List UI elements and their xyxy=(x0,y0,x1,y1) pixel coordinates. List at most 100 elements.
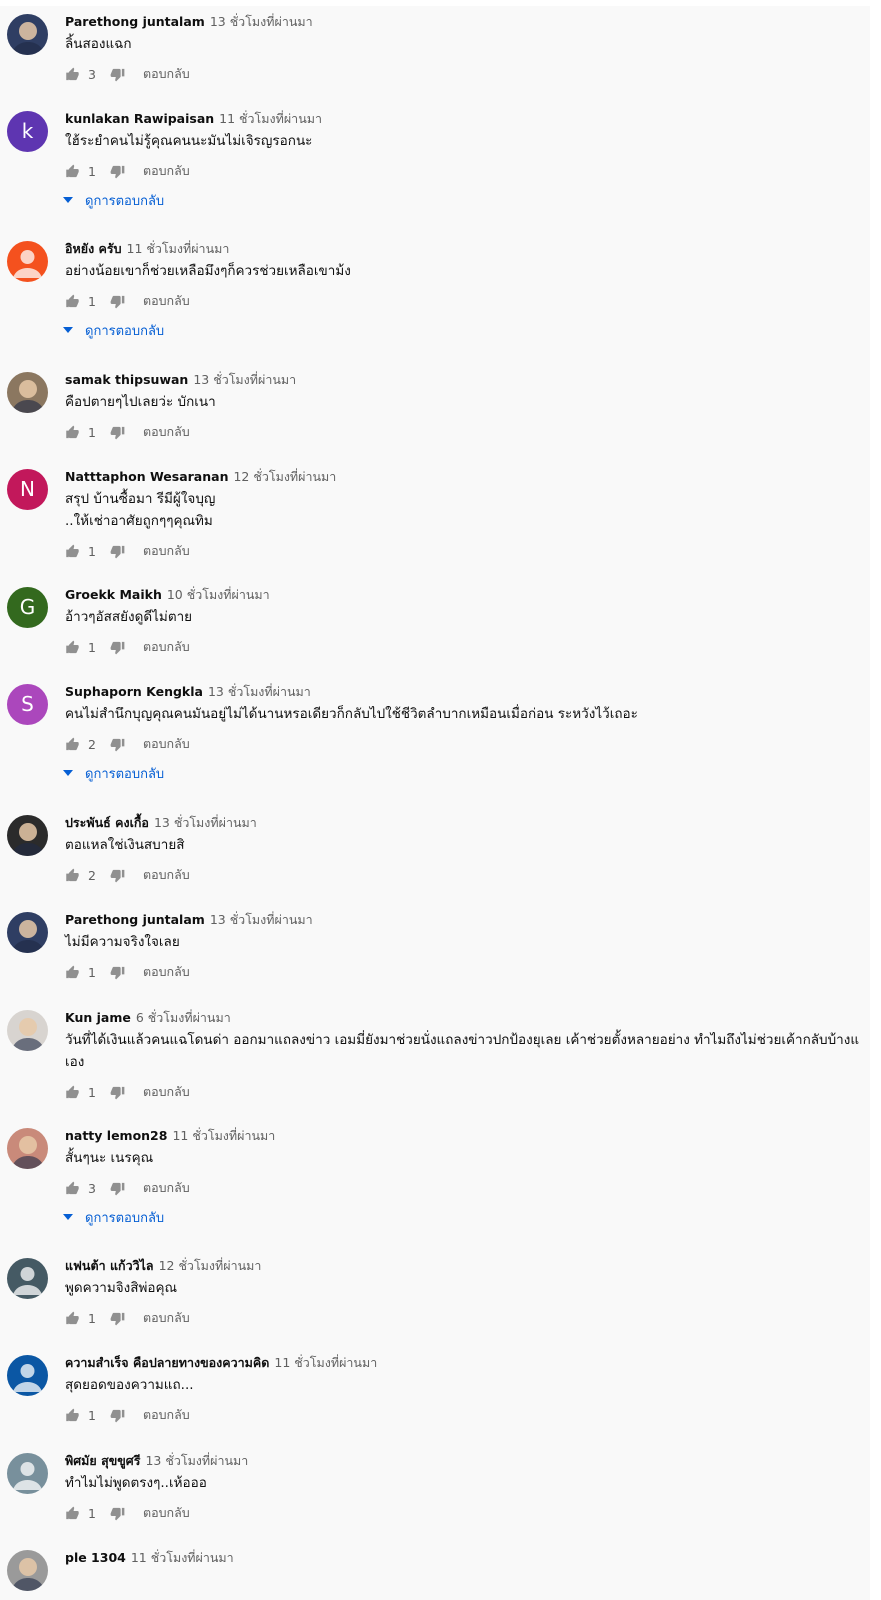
avatar[interactable] xyxy=(7,1453,48,1494)
reply-button[interactable]: ตอบกลับ xyxy=(143,637,190,657)
reply-button[interactable]: ตอบกลับ xyxy=(143,1405,190,1425)
thumbs-down-icon[interactable] xyxy=(110,164,125,179)
avatar[interactable]: S xyxy=(7,684,48,725)
author-name[interactable]: Groekk Maikh xyxy=(65,587,162,602)
thumbs-up-icon[interactable] xyxy=(65,965,80,980)
author-name[interactable]: อิหยัง ครับ xyxy=(65,241,122,256)
reply-button[interactable]: ตอบกลับ xyxy=(143,1178,190,1198)
thumbs-down-icon[interactable] xyxy=(110,868,125,883)
view-replies-button[interactable]: ดูการตอบกลับ xyxy=(63,321,870,339)
author-name[interactable]: พิศมัย สุขขูศรี xyxy=(65,1453,140,1468)
thumbs-up-icon[interactable] xyxy=(65,67,80,82)
comment-text: วันที่ได้เงินแล้วคนแฉโดนด่า ออกมาแถลงข่า… xyxy=(65,1032,860,1070)
avatar[interactable] xyxy=(7,1010,48,1051)
like-count: 2 xyxy=(88,736,96,752)
published-time[interactable]: 11 ชั่วโมงที่ผ่านมา xyxy=(127,241,230,256)
published-time[interactable]: 13 ชั่วโมงที่ผ่านมา xyxy=(145,1453,248,1468)
thumbs-up-icon[interactable] xyxy=(65,294,80,309)
published-time[interactable]: 10 ชั่วโมงที่ผ่านมา xyxy=(167,587,270,602)
author-name[interactable]: Natttaphon Wesaranan xyxy=(65,469,228,484)
published-time[interactable]: 11 ชั่วโมงที่ผ่านมา xyxy=(274,1355,377,1370)
author-name[interactable]: kunlakan Rawipaisan xyxy=(65,111,214,126)
thumbs-up-icon[interactable] xyxy=(65,1506,80,1521)
published-time[interactable]: 13 ชั่วโมงที่ผ่านมา xyxy=(154,815,257,830)
thumbs-up-icon[interactable] xyxy=(65,164,80,179)
avatar[interactable] xyxy=(7,14,48,55)
author-name[interactable]: ple 1304 xyxy=(65,1550,126,1565)
comment-header: ความสำเร็จ คือปลายทางของความคิด 11 ชั่วโม… xyxy=(65,1355,870,1371)
reply-button[interactable]: ตอบกลับ xyxy=(143,734,190,754)
thumbs-down-icon[interactable] xyxy=(110,294,125,309)
thumbs-down-icon[interactable] xyxy=(110,544,125,559)
thumbs-up-icon[interactable] xyxy=(65,868,80,883)
view-replies-button[interactable]: ดูการตอบกลับ xyxy=(63,1208,870,1226)
reply-button[interactable]: ตอบกลับ xyxy=(143,541,190,561)
thumbs-down-icon[interactable] xyxy=(110,640,125,655)
thumbs-up-icon[interactable] xyxy=(65,1181,80,1196)
view-replies-button[interactable]: ดูการตอบกลับ xyxy=(63,191,870,209)
comment-header: ประพันธ์ คงเกื้อ 13 ชั่วโมงที่ผ่านมา xyxy=(65,815,870,831)
published-time[interactable]: 11 ชั่วโมงที่ผ่านมา xyxy=(172,1128,275,1143)
like-count: 1 xyxy=(88,964,96,980)
published-time[interactable]: 12 ชั่วโมงที่ผ่านมา xyxy=(233,469,336,484)
published-time[interactable]: 12 ชั่วโมงที่ผ่านมา xyxy=(159,1258,262,1273)
thumbs-up-icon[interactable] xyxy=(65,1085,80,1100)
thumbs-up-icon[interactable] xyxy=(65,640,80,655)
published-time[interactable]: 13 ชั่วโมงที่ผ่านมา xyxy=(210,14,313,29)
avatar[interactable]: k xyxy=(7,111,48,152)
published-time[interactable]: 11 ชั่วโมงที่ผ่านมา xyxy=(131,1550,234,1565)
reply-button[interactable]: ตอบกลับ xyxy=(143,962,190,982)
author-name[interactable]: ประพันธ์ คงเกื้อ xyxy=(65,815,149,830)
thumbs-up-icon[interactable] xyxy=(65,1311,80,1326)
comment-body: แฟนต้า แก้ววิไล 12 ชั่วโมงที่ผ่านมา พูดคว… xyxy=(65,1258,870,1329)
published-time[interactable]: 6 ชั่วโมงที่ผ่านมา xyxy=(136,1010,231,1025)
thumbs-up-icon[interactable] xyxy=(65,737,80,752)
avatar[interactable] xyxy=(7,241,48,282)
thumbs-down-icon[interactable] xyxy=(110,1506,125,1521)
avatar[interactable] xyxy=(7,1258,48,1299)
author-name[interactable]: Kun jame xyxy=(65,1010,131,1025)
thumbs-up-icon[interactable] xyxy=(65,425,80,440)
comment-header: ple 1304 11 ชั่วโมงที่ผ่านมา xyxy=(65,1550,870,1566)
avatar[interactable] xyxy=(7,372,48,413)
thumbs-down-icon[interactable] xyxy=(110,1311,125,1326)
thumbs-down-icon[interactable] xyxy=(110,965,125,980)
like-count: 1 xyxy=(88,1407,96,1423)
reply-button[interactable]: ตอบกลับ xyxy=(143,291,190,311)
thumbs-down-icon[interactable] xyxy=(110,1181,125,1196)
reply-button[interactable]: ตอบกลับ xyxy=(143,865,190,885)
author-name[interactable]: natty lemon28 xyxy=(65,1128,167,1143)
author-name[interactable]: Parethong juntalam xyxy=(65,912,205,927)
reply-button[interactable]: ตอบกลับ xyxy=(143,161,190,181)
author-name[interactable]: Suphaporn Kengkla xyxy=(65,684,203,699)
published-time[interactable]: 11 ชั่วโมงที่ผ่านมา xyxy=(219,111,322,126)
thumbs-down-icon[interactable] xyxy=(110,1408,125,1423)
reply-button[interactable]: ตอบกลับ xyxy=(143,64,190,84)
thumbs-down-icon[interactable] xyxy=(110,425,125,440)
thumbs-up-icon[interactable] xyxy=(65,544,80,559)
thumbs-down-icon[interactable] xyxy=(110,1085,125,1100)
reply-button[interactable]: ตอบกลับ xyxy=(143,1082,190,1102)
avatar[interactable] xyxy=(7,1128,48,1169)
thumbs-down-icon[interactable] xyxy=(110,67,125,82)
avatar[interactable]: N xyxy=(7,469,48,510)
published-time[interactable]: 13 ชั่วโมงที่ผ่านมา xyxy=(193,372,296,387)
author-name[interactable]: samak thipsuwan xyxy=(65,372,188,387)
avatar[interactable] xyxy=(7,1550,48,1591)
author-name[interactable]: แฟนต้า แก้ววิไล xyxy=(65,1258,154,1273)
reply-button[interactable]: ตอบกลับ xyxy=(143,1503,190,1523)
thumbs-down-icon[interactable] xyxy=(110,737,125,752)
comment-text: สั้นๆนะ เนรคุณ xyxy=(65,1150,154,1166)
avatar[interactable] xyxy=(7,912,48,953)
author-name[interactable]: ความสำเร็จ คือปลายทางของความคิด xyxy=(65,1355,269,1370)
avatar[interactable] xyxy=(7,815,48,856)
author-name[interactable]: Parethong juntalam xyxy=(65,14,205,29)
avatar[interactable] xyxy=(7,1355,48,1396)
published-time[interactable]: 13 ชั่วโมงที่ผ่านมา xyxy=(208,684,311,699)
view-replies-button[interactable]: ดูการตอบกลับ xyxy=(63,764,870,782)
reply-button[interactable]: ตอบกลับ xyxy=(143,422,190,442)
avatar[interactable]: G xyxy=(7,587,48,628)
reply-button[interactable]: ตอบกลับ xyxy=(143,1308,190,1328)
thumbs-up-icon[interactable] xyxy=(65,1408,80,1423)
published-time[interactable]: 13 ชั่วโมงที่ผ่านมา xyxy=(210,912,313,927)
